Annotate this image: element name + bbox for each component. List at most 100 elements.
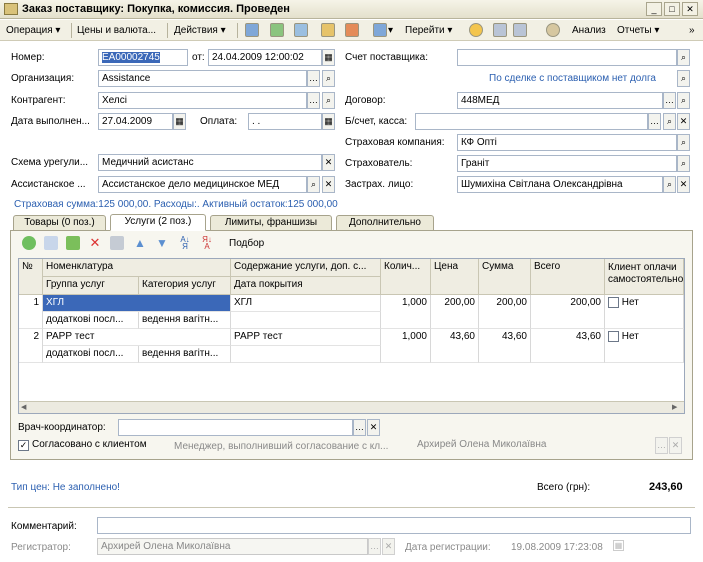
insured-person-field[interactable]: Шумихіна Світлана Олександрівна xyxy=(457,176,663,193)
maximize-icon[interactable]: □ xyxy=(664,2,680,16)
table-cell-nomenclature[interactable]: ХГЛ xyxy=(43,295,231,312)
table-cell-price[interactable]: 200,00 xyxy=(431,295,479,329)
search-icon[interactable]: ⌕ xyxy=(677,49,690,66)
horizontal-scrollbar[interactable] xyxy=(19,401,684,413)
column-client-pays[interactable]: Клиент оплачи самостоятельно xyxy=(605,259,684,295)
column-sum[interactable]: Сумма xyxy=(479,259,531,295)
table-cell-service-content[interactable]: ХГЛ xyxy=(231,295,381,312)
tab-limits[interactable]: Лимиты, франшизы xyxy=(210,215,332,231)
clear-icon[interactable]: ✕ xyxy=(677,113,690,130)
column-quantity[interactable]: Колич... xyxy=(381,259,431,295)
minimize-icon[interactable]: _ xyxy=(646,2,662,16)
bank-cash-field[interactable] xyxy=(415,113,648,130)
number-field[interactable]: ЕА00002745 xyxy=(98,49,188,66)
move-down-icon[interactable]: ▼ xyxy=(155,236,169,250)
column-nomenclature[interactable]: Номенклатура xyxy=(43,259,231,277)
table-cell-service-category[interactable]: ведення вагітн... xyxy=(139,346,231,363)
post-icon[interactable] xyxy=(245,23,259,37)
agreed-checkbox[interactable]: ✓ xyxy=(18,440,29,451)
add-row-icon[interactable] xyxy=(22,236,36,250)
table-cell-sum[interactable]: 43,60 xyxy=(479,329,531,363)
client-pays-checkbox[interactable] xyxy=(608,330,619,342)
insurance-company-field[interactable]: КФ Опті xyxy=(457,134,677,151)
search-icon[interactable]: ⌕ xyxy=(677,155,690,172)
edit-row-icon[interactable] xyxy=(66,236,80,250)
payment-date-field[interactable]: . . xyxy=(248,113,322,130)
insurer-field[interactable]: Граніт xyxy=(457,155,677,172)
price-type-link[interactable]: Тип цен: Не заполнено! xyxy=(11,482,120,493)
organization-field[interactable]: Assistance xyxy=(98,70,307,87)
select-button[interactable]: … xyxy=(307,70,320,87)
select-button[interactable]: … xyxy=(353,419,366,436)
refresh-icon[interactable] xyxy=(270,23,284,37)
coordinator-field[interactable] xyxy=(118,419,353,436)
list-icon[interactable] xyxy=(513,23,527,37)
calendar-icon[interactable]: ▦ xyxy=(173,113,186,130)
counterparty-field[interactable]: Хелсі xyxy=(98,92,307,109)
scheme-field[interactable]: Медичний асистанс xyxy=(98,154,322,171)
table-cell-total[interactable]: 200,00 xyxy=(531,295,605,329)
clear-icon[interactable]: ✕ xyxy=(322,176,335,193)
close-icon[interactable]: ✕ xyxy=(682,2,698,16)
client-pays-checkbox[interactable] xyxy=(608,296,619,308)
table-cell-service-category[interactable]: ведення вагітн... xyxy=(139,312,231,329)
copy-row-icon[interactable] xyxy=(44,236,58,250)
tab-services[interactable]: Услуги (2 поз.) xyxy=(110,214,206,231)
supplier-debt-link[interactable]: По сделке с поставщиком нет долга xyxy=(489,73,656,84)
assistance-field[interactable]: Ассистанское дело медицинское МЕД xyxy=(98,176,307,193)
unpost-icon[interactable] xyxy=(345,23,359,37)
table-cell-sum[interactable]: 200,00 xyxy=(479,295,531,329)
contract-field[interactable]: 448МЕД xyxy=(457,92,663,109)
table-cell-price[interactable]: 43,60 xyxy=(431,329,479,363)
table-cell-client-pays[interactable]: Нет xyxy=(605,295,684,329)
table-cell-nomenclature[interactable]: РАРР тест xyxy=(43,329,231,346)
select-button[interactable]: … xyxy=(663,92,676,109)
column-number[interactable]: № xyxy=(19,259,43,295)
scroll-left-icon[interactable]: ◀ xyxy=(21,403,31,412)
table-cell-service-group[interactable]: додаткові посл... xyxy=(43,346,139,363)
column-service-group[interactable]: Группа услуг xyxy=(43,277,139,295)
table-cell-client-pays[interactable]: Нет xyxy=(605,329,684,363)
calendar-icon[interactable]: ▦ xyxy=(322,113,335,130)
agreed-label[interactable]: Согласовано с клиентом xyxy=(32,439,147,450)
search-icon[interactable]: ⌕ xyxy=(663,113,676,130)
print-menu-arrow[interactable]: ▾ xyxy=(388,23,393,38)
structure-icon[interactable] xyxy=(493,23,507,37)
calendar-icon[interactable]: ▦ xyxy=(322,49,335,66)
search-icon[interactable]: ⌕ xyxy=(307,176,320,193)
analysis-button[interactable]: Анализ xyxy=(572,23,606,38)
goto-menu[interactable]: Перейти ▾ xyxy=(405,23,452,38)
clear-icon[interactable]: ✕ xyxy=(677,176,690,193)
delete-row-icon[interactable]: ✕ xyxy=(88,236,102,250)
copy-icon[interactable] xyxy=(294,23,308,37)
reports-menu[interactable]: Отчеты ▾ xyxy=(617,23,659,38)
column-price[interactable]: Цена xyxy=(431,259,479,295)
load-icon[interactable] xyxy=(321,23,335,37)
scroll-right-icon[interactable]: ▶ xyxy=(672,403,682,412)
select-items-button[interactable]: Подбор xyxy=(229,238,264,249)
print-icon[interactable] xyxy=(373,23,387,37)
table-cell-coverage-date[interactable] xyxy=(231,346,381,363)
help-icon[interactable] xyxy=(469,23,483,37)
tab-goods[interactable]: Товары (0 поз.) xyxy=(13,215,106,231)
select-button[interactable]: … xyxy=(648,113,661,130)
table-cell-quantity[interactable]: 1,000 xyxy=(381,329,431,363)
clear-icon[interactable]: ✕ xyxy=(367,419,380,436)
column-service-content[interactable]: Содержание услуги, доп. с... xyxy=(231,259,381,277)
operation-menu[interactable]: Операция ▾ xyxy=(6,23,60,38)
date-field[interactable]: 24.04.2009 12:00:02 xyxy=(208,49,322,66)
comment-field[interactable] xyxy=(97,517,691,534)
search-icon[interactable]: ⌕ xyxy=(677,70,690,87)
prices-currency-button[interactable]: Цены и валюта... xyxy=(77,23,156,38)
search-icon[interactable]: ⌕ xyxy=(677,92,690,109)
search-icon[interactable]: ⌕ xyxy=(677,134,690,151)
execution-date-field[interactable]: 27.04.2009 xyxy=(98,113,173,130)
select-button[interactable]: … xyxy=(307,92,320,109)
table-cell-quantity[interactable]: 1,000 xyxy=(381,295,431,329)
sort-descending-icon[interactable]: Я↓ A xyxy=(200,236,214,251)
end-edit-icon[interactable] xyxy=(110,236,124,250)
table-cell-service-content[interactable]: РАРР тест xyxy=(231,329,381,346)
table-cell-total[interactable]: 43,60 xyxy=(531,329,605,363)
sort-ascending-icon[interactable]: A↓ Я xyxy=(178,236,192,251)
toolbar-more[interactable]: » xyxy=(689,23,695,38)
